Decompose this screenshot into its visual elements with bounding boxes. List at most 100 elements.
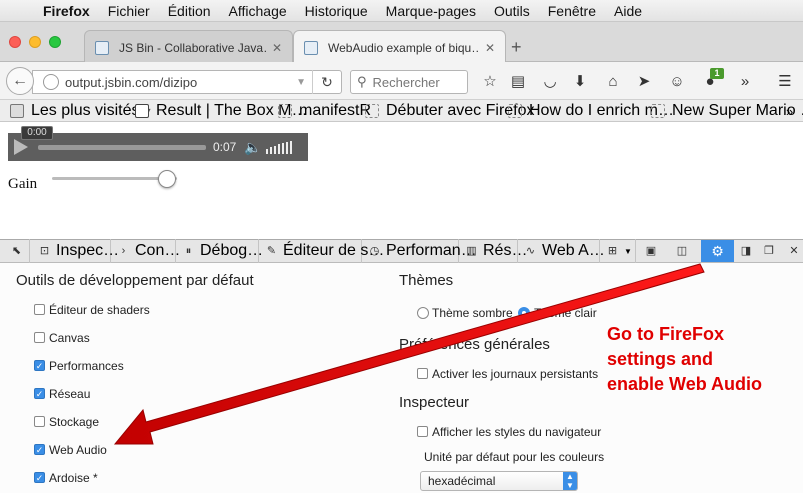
close-tab-icon[interactable]: ✕ bbox=[485, 41, 495, 55]
pocket-icon[interactable]: ◡ bbox=[540, 72, 560, 92]
menu-historique[interactable]: Historique bbox=[296, 3, 377, 19]
tab-webaudio[interactable]: WebAudio example of biqu… ✕ bbox=[293, 30, 506, 65]
tab-title: JS Bin - Collaborative Java… bbox=[119, 40, 266, 55]
devtools-tab-label: Con… bbox=[135, 242, 181, 259]
menu-fichier[interactable]: Fichier bbox=[99, 3, 159, 19]
close-devtools-icon[interactable]: ✕ bbox=[786, 242, 802, 260]
hello-icon[interactable]: ☺ bbox=[667, 72, 687, 92]
search-icon: ⚲ bbox=[357, 74, 367, 89]
reading-list-icon[interactable]: ▤ bbox=[508, 72, 528, 92]
reload-icon[interactable]: ↻ bbox=[313, 74, 341, 91]
inspector-heading: Inspecteur bbox=[399, 394, 470, 411]
play-icon[interactable] bbox=[14, 139, 28, 155]
volume-level[interactable] bbox=[266, 140, 292, 154]
tool-label: Réseau bbox=[49, 387, 91, 401]
search-input[interactable]: ⚲ Rechercher bbox=[350, 70, 468, 94]
audio-progress-track[interactable] bbox=[38, 145, 206, 150]
new-tab-icon[interactable]: + bbox=[511, 37, 522, 58]
checkbox-reseau[interactable]: ✓ bbox=[34, 388, 45, 399]
devtools-options-gear-icon[interactable]: ⚙ bbox=[701, 240, 734, 262]
downloads-icon[interactable]: ⬇ bbox=[570, 72, 590, 92]
stopwatch-icon: ◷ bbox=[369, 244, 380, 257]
responsive-mode-icon[interactable]: ◫ bbox=[674, 242, 690, 260]
devtools-tab-performance[interactable]: ◷ Performan… bbox=[362, 239, 477, 263]
jsbin-favicon-icon bbox=[304, 41, 318, 55]
bookmark-label: Les plus visités bbox=[31, 102, 140, 119]
minimize-window-button[interactable] bbox=[29, 36, 41, 48]
url-bar[interactable]: output.jsbin.com/dizipo ▼ ↻ bbox=[32, 70, 342, 94]
pencil-icon: ✎ bbox=[266, 244, 277, 257]
send-tab-icon[interactable]: ➤ bbox=[634, 72, 654, 92]
scratchpad-icon[interactable]: ▣ bbox=[643, 242, 659, 260]
devtools-tab-style-editor[interactable]: ✎ Éditeur de s… bbox=[259, 239, 384, 263]
bookmark-most-visited[interactable]: Les plus visités ▼ bbox=[10, 102, 152, 120]
radio-theme-light[interactable] bbox=[518, 307, 530, 319]
bookmark-manifestr[interactable]: manifestR bbox=[278, 102, 371, 120]
general-prefs-heading: Préférences générales bbox=[399, 336, 550, 353]
checkbox-stockage[interactable] bbox=[34, 416, 45, 427]
checkbox-browser-styles[interactable] bbox=[417, 426, 428, 437]
devtools-tab-inspector[interactable]: ⊡ Inspec… bbox=[32, 239, 119, 263]
color-unit-label: Unité par défaut pour les couleurs bbox=[424, 450, 605, 464]
bookmark-mario[interactable]: New Super Mario … bbox=[651, 102, 803, 120]
undock-window-icon[interactable]: ❐ bbox=[761, 242, 777, 260]
annotation-line: enable Web Audio bbox=[607, 374, 763, 394]
volume-icon[interactable]: 🔈 bbox=[244, 139, 261, 156]
theme-dark-label: Thème sombre bbox=[432, 306, 513, 320]
devtools-tab-label: Débog… bbox=[200, 242, 264, 259]
gain-slider-thumb[interactable] bbox=[158, 170, 176, 188]
close-window-button[interactable] bbox=[9, 36, 21, 48]
annotation-line: settings and bbox=[607, 349, 714, 369]
close-tab-icon[interactable]: ✕ bbox=[272, 41, 282, 55]
menu-affichage[interactable]: Affichage bbox=[220, 3, 296, 19]
home-icon[interactable]: ⌂ bbox=[603, 72, 623, 92]
zoom-window-button[interactable] bbox=[49, 36, 61, 48]
devtools-tab-network[interactable]: ▥ Rés… bbox=[459, 239, 527, 263]
checkbox-ardoise[interactable]: ✓ bbox=[34, 472, 45, 483]
menu-aide[interactable]: Aide bbox=[605, 3, 651, 19]
tab-jsbin[interactable]: JS Bin - Collaborative Java… ✕ bbox=[84, 30, 293, 64]
overflow-grid-icon: ⊞ bbox=[607, 244, 618, 257]
search-placeholder: Rechercher bbox=[372, 74, 440, 90]
menu-fenetre[interactable]: Fenêtre bbox=[539, 3, 605, 19]
menu-outils[interactable]: Outils bbox=[485, 3, 539, 19]
default-tools-heading: Outils de développement par défaut bbox=[16, 272, 254, 289]
checkbox-performances[interactable]: ✓ bbox=[34, 360, 45, 371]
menu-edition[interactable]: Édition bbox=[159, 3, 220, 19]
hamburger-menu-icon[interactable]: ☰ bbox=[775, 72, 795, 92]
select-arrows-icon: ▲ ▼ bbox=[563, 472, 577, 490]
page-icon bbox=[365, 104, 379, 118]
tool-label: Web Audio bbox=[49, 443, 107, 457]
theme-light-label: Thème clair bbox=[534, 306, 597, 320]
tool-label: Canvas bbox=[49, 331, 90, 345]
chevron-down-icon: ▼ bbox=[624, 246, 632, 256]
checkbox-persist-logs[interactable] bbox=[417, 368, 428, 379]
back-button[interactable]: ← bbox=[6, 67, 34, 95]
checkbox-web-audio[interactable]: ✓ bbox=[34, 444, 45, 455]
devtools-overflow-button[interactable]: ⊞ ▼ bbox=[600, 239, 636, 263]
devtools-tab-webaudio[interactable]: ∿ Web A… bbox=[518, 239, 605, 263]
menu-marque-pages[interactable]: Marque-pages bbox=[377, 3, 485, 19]
overflow-chevrons-icon[interactable]: » bbox=[735, 72, 755, 92]
themes-heading: Thèmes bbox=[399, 272, 454, 289]
cursor-icon: ⬉ bbox=[11, 244, 22, 257]
checkbox-shader-editor[interactable] bbox=[34, 304, 45, 315]
bookmark-star-icon[interactable]: ☆ bbox=[480, 72, 500, 92]
checkbox-canvas[interactable] bbox=[34, 332, 45, 343]
history-dropdown-icon[interactable]: ▼ bbox=[296, 77, 306, 88]
time-tooltip: 0:00 bbox=[21, 126, 53, 140]
persist-logs-label: Activer les journaux persistants bbox=[432, 367, 599, 381]
devtools-tab-console[interactable]: › Con… bbox=[111, 239, 180, 263]
annotation-line: Go to FireFox bbox=[607, 324, 724, 344]
menu-firefox[interactable]: Firefox bbox=[34, 3, 99, 19]
extension-badge: 1 bbox=[710, 68, 724, 79]
color-unit-select[interactable]: hexadécimal ▲ ▼ bbox=[420, 471, 578, 491]
bookmark-enrich[interactable]: How do I enrich m… bbox=[508, 102, 674, 120]
radio-theme-dark[interactable] bbox=[417, 307, 429, 319]
mac-menu-bar: Firefox Fichier Édition Affichage Histor… bbox=[0, 0, 803, 22]
audio-duration: 0:07 bbox=[213, 140, 237, 154]
dock-side-icon[interactable]: ◨ bbox=[738, 242, 754, 260]
bookmarks-overflow-icon[interactable]: » bbox=[786, 102, 793, 120]
pick-element-button[interactable]: ⬉ bbox=[4, 239, 30, 263]
devtools-tab-debugger[interactable]: ⏸ Débog… bbox=[176, 239, 263, 263]
